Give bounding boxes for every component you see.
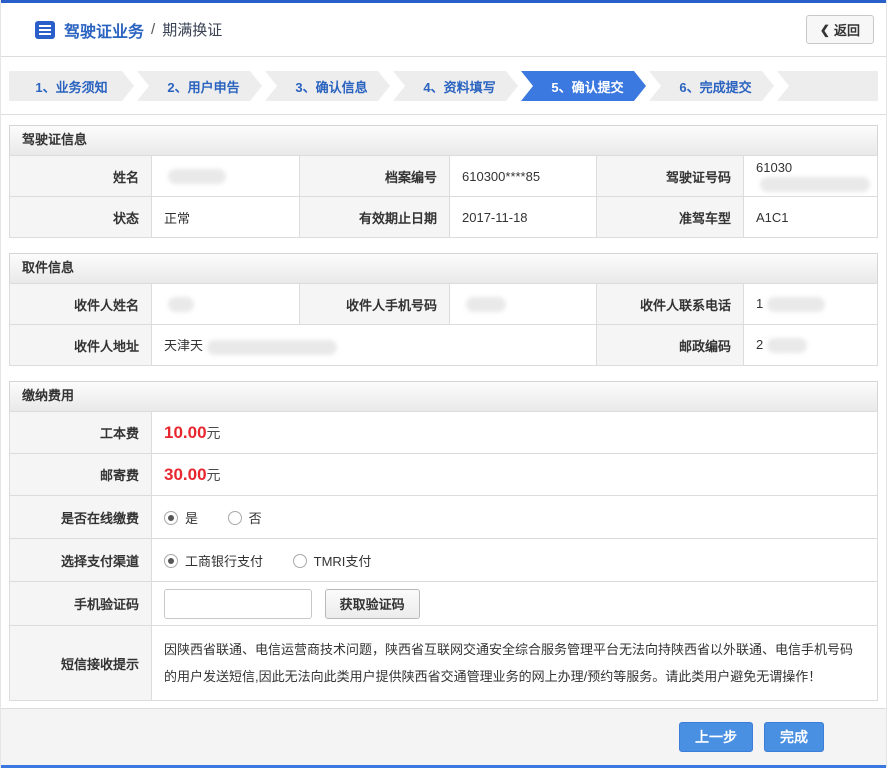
table-row: 邮寄费 30.00元	[9, 453, 878, 496]
license-info-table: 姓名 档案编号 610300****85 驾驶证号码 61030 状态 正常 有…	[9, 155, 878, 238]
get-sms-code-button[interactable]: 获取验证码	[324, 588, 420, 619]
status-label: 状态	[9, 196, 152, 238]
sms-tip-text: 因陕西省联通、电信运营商技术问题，陕西省互联网交通安全综合服务管理平台无法向持陕…	[151, 625, 878, 701]
pickup-info-table: 收件人姓名 收件人手机号码 收件人联系电话 1 收件人地址 天津天 邮政编码 2	[9, 283, 878, 366]
sms-tip-label: 短信接收提示	[9, 625, 152, 701]
redacted-value	[760, 176, 870, 192]
table-row: 选择支付渠道 工商银行支付 TMRI支付	[9, 538, 878, 582]
recipient-mobile-value	[449, 283, 597, 325]
payment-fees-section: 缴纳费用 工本费 10.00元 邮寄费 30.00元 是否在线缴费 是 否 选择…	[9, 381, 878, 701]
breadcrumb-current: 期满换证	[162, 22, 223, 39]
channel-icbc-label[interactable]: 工商银行支付	[185, 554, 263, 569]
step-3-confirm-info[interactable]: 3、确认信息	[265, 71, 390, 101]
table-row: 收件人姓名 收件人手机号码 收件人联系电话 1	[9, 283, 878, 325]
file-no-label: 档案编号	[299, 155, 450, 197]
step-4-fill-data[interactable]: 4、资料填写	[393, 71, 518, 101]
redacted-value	[466, 297, 506, 313]
pay-channel-label: 选择支付渠道	[9, 538, 152, 582]
recipient-phone-value: 1	[743, 283, 878, 325]
recipient-name-value	[151, 283, 300, 325]
pickup-info-section: 取件信息 收件人姓名 收件人手机号码 收件人联系电话 1 收件人地址 天津天 邮…	[9, 253, 878, 366]
pay-channel-options: 工商银行支付 TMRI支付	[151, 538, 878, 582]
chevron-left-icon: ❮	[819, 22, 830, 37]
name-value	[151, 155, 300, 197]
expiry-value: 2017-11-18	[449, 196, 597, 238]
file-no-value: 610300****85	[449, 155, 597, 197]
redacted-value	[767, 338, 808, 354]
online-pay-label: 是否在线缴费	[9, 495, 152, 539]
step-nav-filler	[777, 71, 878, 101]
cost-fee-value: 10.00元	[151, 411, 878, 454]
online-pay-yes-radio[interactable]	[164, 510, 178, 525]
vehicle-class-label: 准驾车型	[596, 196, 744, 238]
sms-code-cell: 获取验证码	[151, 581, 878, 626]
step-navigation: 1、业务须知 2、用户申告 3、确认信息 4、资料填写 5、确认提交 6、完成提…	[9, 71, 878, 101]
online-pay-options: 是 否	[151, 495, 878, 539]
license-info-section: 驾驶证信息 姓名 档案编号 610300****85 驾驶证号码 61030 状…	[9, 125, 878, 238]
channel-tmri-radio[interactable]	[292, 553, 307, 568]
license-business-icon	[35, 20, 55, 40]
table-row: 手机验证码 获取验证码	[9, 581, 878, 626]
step-1-business-notice[interactable]: 1、业务须知	[9, 71, 134, 101]
recipient-phone-label: 收件人联系电话	[596, 283, 744, 325]
redacted-value	[168, 297, 194, 313]
breadcrumb-separator: /	[151, 21, 156, 38]
step-6-complete-submit[interactable]: 6、完成提交	[649, 71, 774, 101]
footer-action-bar: 上一步 完成	[1, 708, 886, 765]
recipient-mobile-label: 收件人手机号码	[299, 283, 450, 325]
sms-code-input[interactable]	[164, 588, 312, 619]
payment-fees-section-title: 缴纳费用	[9, 381, 878, 411]
postage-fee-label: 邮寄费	[9, 453, 152, 496]
payment-fees-table: 工本费 10.00元 邮寄费 30.00元 是否在线缴费 是 否 选择支付渠道 …	[9, 411, 878, 701]
table-row: 状态 正常 有效期止日期 2017-11-18 准驾车型 A1C1	[9, 196, 878, 238]
table-row: 短信接收提示 因陕西省联通、电信运营商技术问题，陕西省互联网交通安全综合服务管理…	[9, 625, 878, 701]
step-2-user-declaration[interactable]: 2、用户申告	[137, 71, 262, 101]
postage-fee-value: 30.00元	[151, 453, 878, 496]
channel-icbc-radio[interactable]	[164, 553, 178, 568]
license-no-label: 驾驶证号码	[596, 155, 744, 197]
step-5-confirm-submit[interactable]: 5、确认提交	[521, 71, 646, 101]
vehicle-class-value: A1C1	[743, 196, 878, 238]
status-value: 正常	[151, 196, 300, 238]
license-no-value: 61030	[743, 155, 878, 197]
channel-tmri-label[interactable]: TMRI支付	[314, 554, 372, 569]
online-pay-no-label[interactable]: 否	[249, 511, 262, 526]
previous-step-button[interactable]: 上一步	[679, 722, 753, 752]
expiry-label: 有效期止日期	[299, 196, 450, 238]
recipient-address-value: 天津天	[151, 324, 597, 366]
recipient-address-label: 收件人地址	[9, 324, 152, 366]
table-row: 工本费 10.00元	[9, 411, 878, 454]
license-info-section-title: 驾驶证信息	[9, 125, 878, 155]
online-pay-no-radio[interactable]	[227, 510, 242, 525]
redacted-value	[168, 169, 226, 185]
finish-button[interactable]: 完成	[764, 722, 824, 752]
page-header: 驾驶证业务 / 期满换证 ❮ 返回	[1, 3, 886, 57]
redacted-value	[767, 297, 826, 313]
redacted-value	[207, 339, 338, 355]
cost-fee-label: 工本费	[9, 411, 152, 454]
online-pay-yes-label[interactable]: 是	[185, 511, 198, 526]
page-title: 驾驶证业务	[64, 23, 145, 41]
recipient-name-label: 收件人姓名	[9, 283, 152, 325]
postcode-value: 2	[743, 324, 878, 366]
sms-code-label: 手机验证码	[9, 581, 152, 626]
pickup-info-section-title: 取件信息	[9, 253, 878, 283]
back-button[interactable]: ❮ 返回	[805, 15, 874, 44]
table-row: 是否在线缴费 是 否	[9, 495, 878, 539]
back-button-label: 返回	[833, 23, 860, 38]
name-label: 姓名	[9, 155, 152, 197]
divider	[1, 114, 886, 115]
table-row: 姓名 档案编号 610300****85 驾驶证号码 61030	[9, 155, 878, 197]
postcode-label: 邮政编码	[596, 324, 744, 366]
table-row: 收件人地址 天津天 邮政编码 2	[9, 324, 878, 366]
